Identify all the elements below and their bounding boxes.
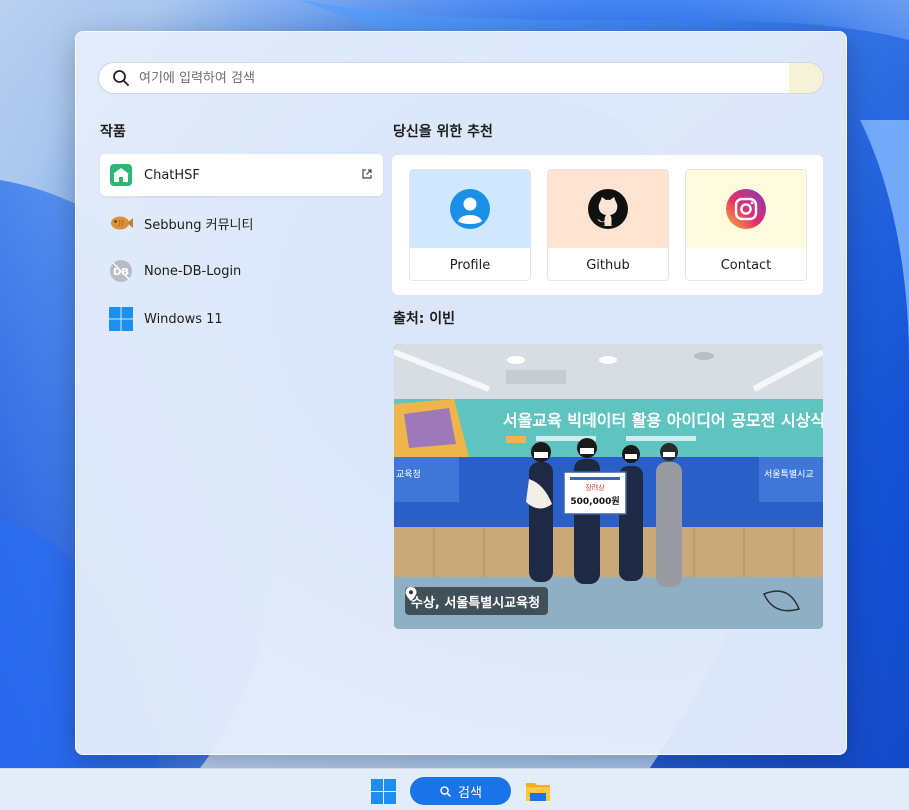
banner-text: 서울교육 빅데이터 활용 아이디어 공모전 시상식 (503, 411, 823, 430)
start-menu-panel: 작품 ChatHSF (75, 31, 847, 755)
profile-icon (450, 189, 490, 229)
photo-caption-text: 수상, 서울특별시교육청 (411, 595, 541, 611)
windows-icon (109, 307, 133, 331)
source-title: 출처: 이빈 (393, 311, 455, 327)
photo-caption: 수상, 서울특별시교육청 (405, 587, 549, 615)
work-item-windows-11[interactable]: Windows 11 (100, 298, 383, 340)
work-item-chathsf[interactable]: ChatHSF (100, 154, 383, 196)
search-accent (789, 63, 823, 93)
file-explorer-icon[interactable] (525, 779, 551, 803)
works-list: ChatHSF Sebbung 커뮤니티 DB None-DB-Login Wi… (100, 154, 383, 346)
card-icon-area (548, 170, 668, 248)
taskbar-search-button[interactable]: 검색 (410, 777, 511, 805)
work-item-label: Sebbung 커뮤니티 (144, 217, 254, 233)
recommend-title: 당신을 위한 추천 (393, 124, 493, 140)
search-input[interactable] (131, 63, 789, 93)
search-icon (440, 785, 451, 797)
card-label: Contact (720, 257, 772, 273)
card-icon-area (686, 170, 806, 248)
taskbar: 검색 (0, 768, 909, 810)
card-contact[interactable]: Contact (685, 169, 807, 281)
recommend-section: Profile Github Contact (392, 155, 823, 295)
search-box[interactable] (98, 62, 824, 94)
github-icon (588, 189, 628, 229)
work-item-none-db-login[interactable]: DB None-DB-Login (100, 250, 383, 292)
card-github[interactable]: Github (547, 169, 669, 281)
search-icon (113, 70, 129, 86)
prize-label: 장려상 (585, 483, 605, 492)
location-pin-icon (405, 587, 417, 601)
start-button[interactable] (371, 779, 396, 804)
right-sign: 서울특별시교 (764, 469, 814, 480)
fish-bread-icon (109, 211, 133, 235)
work-item-label: Windows 11 (144, 311, 223, 327)
chathsf-icon (109, 163, 133, 187)
work-item-label: None-DB-Login (144, 263, 242, 279)
instagram-icon (726, 189, 766, 229)
works-title: 작품 (100, 124, 126, 140)
card-icon-area (410, 170, 530, 248)
card-label: Profile (449, 257, 491, 273)
left-sign: 교육청 (396, 469, 421, 480)
taskbar-search-label: 검색 (458, 785, 482, 801)
work-item-label: ChatHSF (144, 167, 200, 183)
card-profile[interactable]: Profile (409, 169, 531, 281)
award-photo[interactable]: 서울교육 빅데이터 활용 아이디어 공모전 시상식 교육청 서울특별시교 장려상… (394, 344, 823, 629)
work-item-sebbung[interactable]: Sebbung 커뮤니티 (100, 202, 383, 244)
external-link-icon (362, 169, 372, 179)
prize-amount: 500,000원 (570, 495, 619, 507)
db-icon: DB (109, 259, 133, 283)
card-label: Github (586, 257, 630, 273)
